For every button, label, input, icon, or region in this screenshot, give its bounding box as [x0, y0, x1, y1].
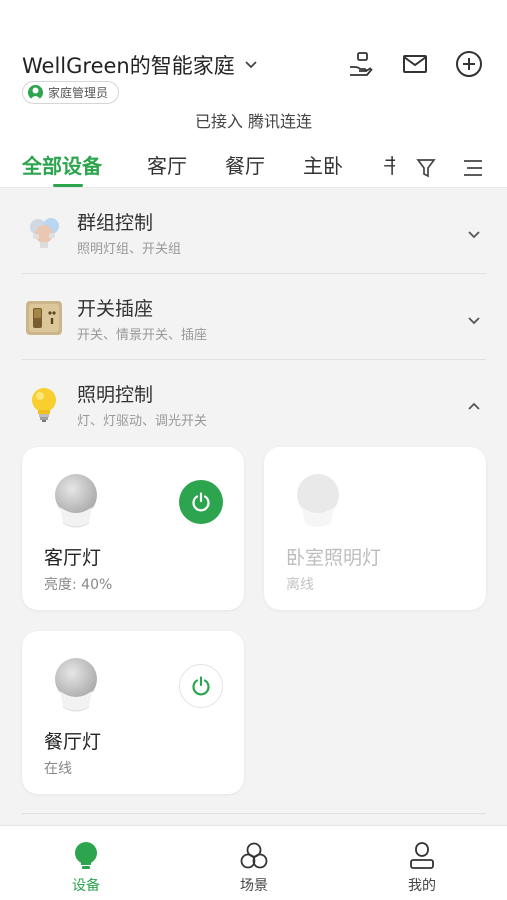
nav-scenes[interactable]: 场景 [214, 840, 294, 895]
bulb-icon [294, 473, 342, 535]
device-card-living-room-light[interactable]: 客厅灯 亮度: 40% [22, 447, 244, 610]
device-status: 离线 [286, 577, 314, 593]
nav-label: 我的 [408, 878, 436, 894]
group-row-switch-socket[interactable]: 开关插座 开关、情景开关、插座 [22, 274, 486, 360]
bulb-icon [52, 657, 100, 719]
nav-profile[interactable]: 我的 [382, 840, 462, 895]
tab-master-bedroom[interactable]: 主卧 [303, 150, 343, 179]
device-status: 在线 [44, 761, 72, 777]
mail-icon[interactable] [399, 48, 431, 80]
device-list: 群组控制 照明灯组、开关组 开关插座 开关、情景开关、插座 照明控制 灯、灯驱动… [0, 188, 507, 825]
header-actions [345, 48, 485, 80]
light-bulb-icon [24, 384, 64, 424]
tab-living-room[interactable]: 客厅 [147, 150, 187, 179]
nav-label: 场景 [240, 878, 268, 894]
bulb-icon [52, 473, 100, 535]
group-title: 群组控制 [77, 212, 154, 234]
group-subtitle: 灯、灯驱动、调光开关 [77, 414, 208, 429]
add-circle-icon[interactable] [453, 48, 485, 80]
connection-status: 已接入 腾讯连连 [194, 112, 313, 131]
group-title: 开关插座 [77, 298, 154, 320]
tab-overflow-partial[interactable]: 书 [383, 150, 395, 179]
group-title: 照明控制 [77, 384, 154, 406]
device-name: 餐厅灯 [44, 731, 102, 753]
chevron-down-icon[interactable] [467, 224, 481, 243]
chevron-down-icon[interactable] [467, 310, 481, 329]
menu-list-icon[interactable] [463, 158, 483, 182]
role-badge: 家庭管理员 [22, 81, 120, 104]
tab-dining-room[interactable]: 餐厅 [225, 150, 265, 179]
home-name[interactable]: WellGreen的智能家庭 [22, 50, 235, 80]
bottom-navigation: 设备 场景 我的 [0, 825, 507, 900]
group-subtitle: 照明灯组、开关组 [77, 242, 182, 257]
active-tab-indicator [53, 184, 83, 187]
group-bulbs-icon [24, 212, 64, 252]
nav-devices[interactable]: 设备 [46, 840, 126, 895]
power-toggle-button[interactable] [179, 664, 223, 708]
tab-all-devices[interactable]: 全部设备 [22, 150, 102, 179]
role-badge-label: 家庭管理员 [48, 86, 109, 100]
room-tabs: 全部设备 客厅 餐厅 主卧 书 [0, 146, 507, 188]
filter-icon[interactable] [416, 158, 436, 182]
device-name: 客厅灯 [44, 547, 102, 569]
device-card-dining-room-light[interactable]: 餐厅灯 在线 [22, 631, 244, 794]
divider [22, 813, 486, 814]
power-toggle-button[interactable] [179, 480, 223, 524]
group-subtitle: 开关、情景开关、插座 [77, 328, 208, 343]
scenes-icon [214, 840, 294, 872]
user-avatar-icon [28, 85, 43, 100]
profile-icon [382, 840, 462, 872]
hand-device-icon[interactable] [345, 48, 377, 80]
bulb-icon [46, 840, 126, 872]
home-selector[interactable]: WellGreen的智能家庭 [22, 50, 257, 80]
app-header: WellGreen的智能家庭 家庭管理员 已接入 腾讯连连 全部设备 客厅 餐厅… [0, 0, 507, 188]
chevron-up-icon[interactable] [467, 396, 481, 415]
device-name: 卧室照明灯 [286, 547, 382, 569]
switch-socket-icon [24, 298, 64, 338]
chevron-down-icon[interactable] [245, 58, 257, 73]
group-row-group-control[interactable]: 群组控制 照明灯组、开关组 [22, 188, 486, 274]
device-status: 亮度: 40% [44, 577, 113, 593]
device-card-bedroom-light[interactable]: 卧室照明灯 离线 [264, 447, 486, 610]
nav-label: 设备 [72, 878, 100, 894]
group-row-lighting-control[interactable]: 照明控制 灯、灯驱动、调光开关 [22, 360, 486, 446]
